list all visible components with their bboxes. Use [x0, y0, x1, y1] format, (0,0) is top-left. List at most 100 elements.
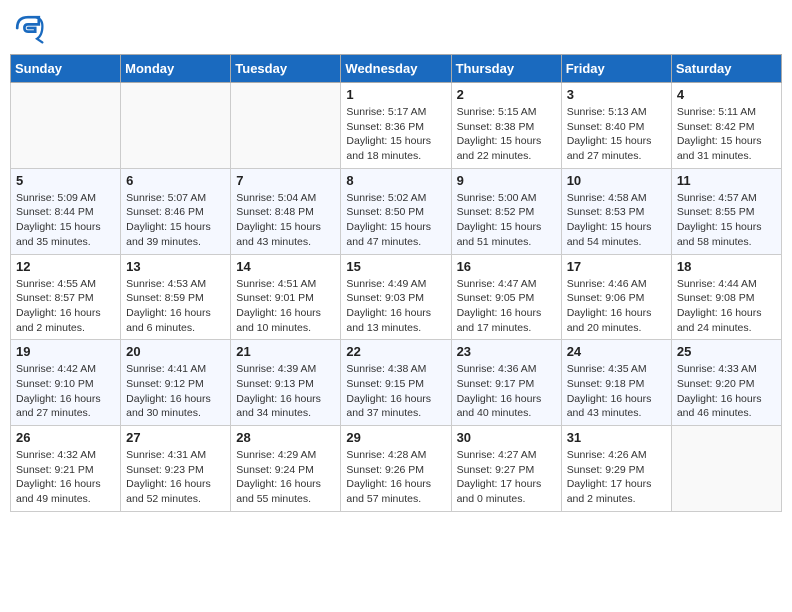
calendar-cell: 28 Sunrise: 4:29 AMSunset: 9:24 PMDayligh… [231, 426, 341, 512]
day-number: 3 [567, 87, 666, 102]
day-info: Sunrise: 5:04 AMSunset: 8:48 PMDaylight:… [236, 191, 335, 250]
day-number: 31 [567, 430, 666, 445]
day-number: 13 [126, 259, 225, 274]
weekday-header-row: SundayMondayTuesdayWednesdayThursdayFrid… [11, 55, 782, 83]
day-info: Sunrise: 4:58 AMSunset: 8:53 PMDaylight:… [567, 191, 666, 250]
day-number: 16 [457, 259, 556, 274]
calendar-cell: 1Sunrise: 5:17 AMSunset: 8:36 PMDaylight… [341, 83, 451, 169]
calendar-cell: 21 Sunrise: 4:39 AMSunset: 9:13 PMDayligh… [231, 340, 341, 426]
calendar-cell: 18 Sunrise: 4:44 AMSunset: 9:08 PMDayligh… [671, 254, 781, 340]
calendar-cell: 5 Sunrise: 5:09 AMSunset: 8:44 PMDaylight… [11, 168, 121, 254]
calendar-cell: 11 Sunrise: 4:57 AMSunset: 8:55 PMDayligh… [671, 168, 781, 254]
calendar-cell: 19 Sunrise: 4:42 AMSunset: 9:10 PMDayligh… [11, 340, 121, 426]
calendar-cell: 8 Sunrise: 5:02 AMSunset: 8:50 PMDaylight… [341, 168, 451, 254]
calendar-cell: 6Sunrise: 5:07 AMSunset: 8:46 PMDaylight… [121, 168, 231, 254]
day-info: Sunrise: 4:32 AMSunset: 9:21 PMDaylight:… [16, 448, 115, 507]
calendar-cell: 4Sunrise: 5:11 AMSunset: 8:42 PMDaylight… [671, 83, 781, 169]
day-number: 29 [346, 430, 445, 445]
day-number: 28 [236, 430, 335, 445]
calendar-cell: 13 Sunrise: 4:53 AMSunset: 8:59 PMDayligh… [121, 254, 231, 340]
day-info: Sunrise: 4:27 AMSunset: 9:27 PMDaylight:… [457, 448, 556, 507]
calendar-cell: 30 Sunrise: 4:27 AMSunset: 9:27 PMDayligh… [451, 426, 561, 512]
calendar-cell [11, 83, 121, 169]
day-info: Sunrise: 4:36 AMSunset: 9:17 PMDaylight:… [457, 362, 556, 421]
weekday-header: Monday [121, 55, 231, 83]
calendar-cell: 2 Sunrise: 5:15 AMSunset: 8:38 PMDaylight… [451, 83, 561, 169]
weekday-header: Friday [561, 55, 671, 83]
day-number: 30 [457, 430, 556, 445]
day-info: Sunrise: 4:28 AMSunset: 9:26 PMDaylight:… [346, 448, 445, 507]
day-info: Sunrise: 4:49 AMSunset: 9:03 PMDaylight:… [346, 277, 445, 336]
day-info: Sunrise: 4:46 AMSunset: 9:06 PMDaylight:… [567, 277, 666, 336]
day-number: 6 [126, 173, 225, 188]
day-number: 21 [236, 344, 335, 359]
day-number: 22 [346, 344, 445, 359]
day-number: 19 [16, 344, 115, 359]
day-info: Sunrise: 5:09 AMSunset: 8:44 PMDaylight:… [16, 191, 115, 250]
day-info: Sunrise: 4:55 AMSunset: 8:57 PMDaylight:… [16, 277, 115, 336]
weekday-header: Sunday [11, 55, 121, 83]
calendar-cell [231, 83, 341, 169]
day-number: 11 [677, 173, 776, 188]
day-number: 10 [567, 173, 666, 188]
day-number: 4 [677, 87, 776, 102]
day-number: 5 [16, 173, 115, 188]
day-number: 12 [16, 259, 115, 274]
calendar-week-row: 19 Sunrise: 4:42 AMSunset: 9:10 PMDayligh… [11, 340, 782, 426]
day-number: 8 [346, 173, 445, 188]
day-number: 15 [346, 259, 445, 274]
calendar-cell: 24 Sunrise: 4:35 AMSunset: 9:18 PMDayligh… [561, 340, 671, 426]
day-number: 20 [126, 344, 225, 359]
calendar-cell: 10 Sunrise: 4:58 AMSunset: 8:53 PMDayligh… [561, 168, 671, 254]
header [10, 10, 782, 46]
calendar-cell: 3 Sunrise: 5:13 AMSunset: 8:40 PMDaylight… [561, 83, 671, 169]
calendar-cell: 14 Sunrise: 4:51 AMSunset: 9:01 PMDayligh… [231, 254, 341, 340]
day-number: 18 [677, 259, 776, 274]
day-info: Sunrise: 4:41 AMSunset: 9:12 PMDaylight:… [126, 362, 225, 421]
calendar-cell: 29 Sunrise: 4:28 AMSunset: 9:26 PMDayligh… [341, 426, 451, 512]
calendar-cell: 7 Sunrise: 5:04 AMSunset: 8:48 PMDaylight… [231, 168, 341, 254]
day-info: Sunrise: 4:51 AMSunset: 9:01 PMDaylight:… [236, 277, 335, 336]
logo-icon [10, 10, 46, 46]
day-info: Sunrise: 4:53 AMSunset: 8:59 PMDaylight:… [126, 277, 225, 336]
calendar-week-row: 1Sunrise: 5:17 AMSunset: 8:36 PMDaylight… [11, 83, 782, 169]
calendar-cell: 23 Sunrise: 4:36 AMSunset: 9:17 PMDayligh… [451, 340, 561, 426]
day-info: Sunrise: 4:39 AMSunset: 9:13 PMDaylight:… [236, 362, 335, 421]
calendar-cell: 9 Sunrise: 5:00 AMSunset: 8:52 PMDaylight… [451, 168, 561, 254]
day-info: Sunrise: 5:13 AMSunset: 8:40 PMDaylight:… [567, 105, 666, 164]
day-info: Sunrise: 5:15 AMSunset: 8:38 PMDaylight:… [457, 105, 556, 164]
day-number: 23 [457, 344, 556, 359]
day-info: Sunrise: 4:31 AMSunset: 9:23 PMDaylight:… [126, 448, 225, 507]
day-info: Sunrise: 4:29 AMSunset: 9:24 PMDaylight:… [236, 448, 335, 507]
weekday-header: Thursday [451, 55, 561, 83]
day-info: Sunrise: 5:02 AMSunset: 8:50 PMDaylight:… [346, 191, 445, 250]
calendar-cell: 25Sunrise: 4:33 AMSunset: 9:20 PMDayligh… [671, 340, 781, 426]
calendar-week-row: 12 Sunrise: 4:55 AMSunset: 8:57 PMDayligh… [11, 254, 782, 340]
calendar-cell: 20 Sunrise: 4:41 AMSunset: 9:12 PMDayligh… [121, 340, 231, 426]
day-info: Sunrise: 4:33 AMSunset: 9:20 PMDaylight:… [677, 362, 776, 421]
day-number: 27 [126, 430, 225, 445]
day-info: Sunrise: 4:44 AMSunset: 9:08 PMDaylight:… [677, 277, 776, 336]
day-number: 7 [236, 173, 335, 188]
day-number: 2 [457, 87, 556, 102]
day-number: 9 [457, 173, 556, 188]
day-info: Sunrise: 4:42 AMSunset: 9:10 PMDaylight:… [16, 362, 115, 421]
calendar-cell: 17 Sunrise: 4:46 AMSunset: 9:06 PMDayligh… [561, 254, 671, 340]
day-info: Sunrise: 4:38 AMSunset: 9:15 PMDaylight:… [346, 362, 445, 421]
day-number: 1 [346, 87, 445, 102]
calendar-cell: 26Sunrise: 4:32 AMSunset: 9:21 PMDayligh… [11, 426, 121, 512]
day-number: 14 [236, 259, 335, 274]
logo [10, 10, 50, 46]
day-info: Sunrise: 4:35 AMSunset: 9:18 PMDaylight:… [567, 362, 666, 421]
calendar-cell: 15 Sunrise: 4:49 AMSunset: 9:03 PMDayligh… [341, 254, 451, 340]
day-info: Sunrise: 4:57 AMSunset: 8:55 PMDaylight:… [677, 191, 776, 250]
day-info: Sunrise: 5:00 AMSunset: 8:52 PMDaylight:… [457, 191, 556, 250]
calendar-week-row: 26Sunrise: 4:32 AMSunset: 9:21 PMDayligh… [11, 426, 782, 512]
weekday-header: Wednesday [341, 55, 451, 83]
calendar-cell: 16Sunrise: 4:47 AMSunset: 9:05 PMDayligh… [451, 254, 561, 340]
day-number: 17 [567, 259, 666, 274]
day-info: Sunrise: 4:26 AMSunset: 9:29 PMDaylight:… [567, 448, 666, 507]
weekday-header: Tuesday [231, 55, 341, 83]
calendar-cell: 22 Sunrise: 4:38 AMSunset: 9:15 PMDayligh… [341, 340, 451, 426]
day-number: 24 [567, 344, 666, 359]
